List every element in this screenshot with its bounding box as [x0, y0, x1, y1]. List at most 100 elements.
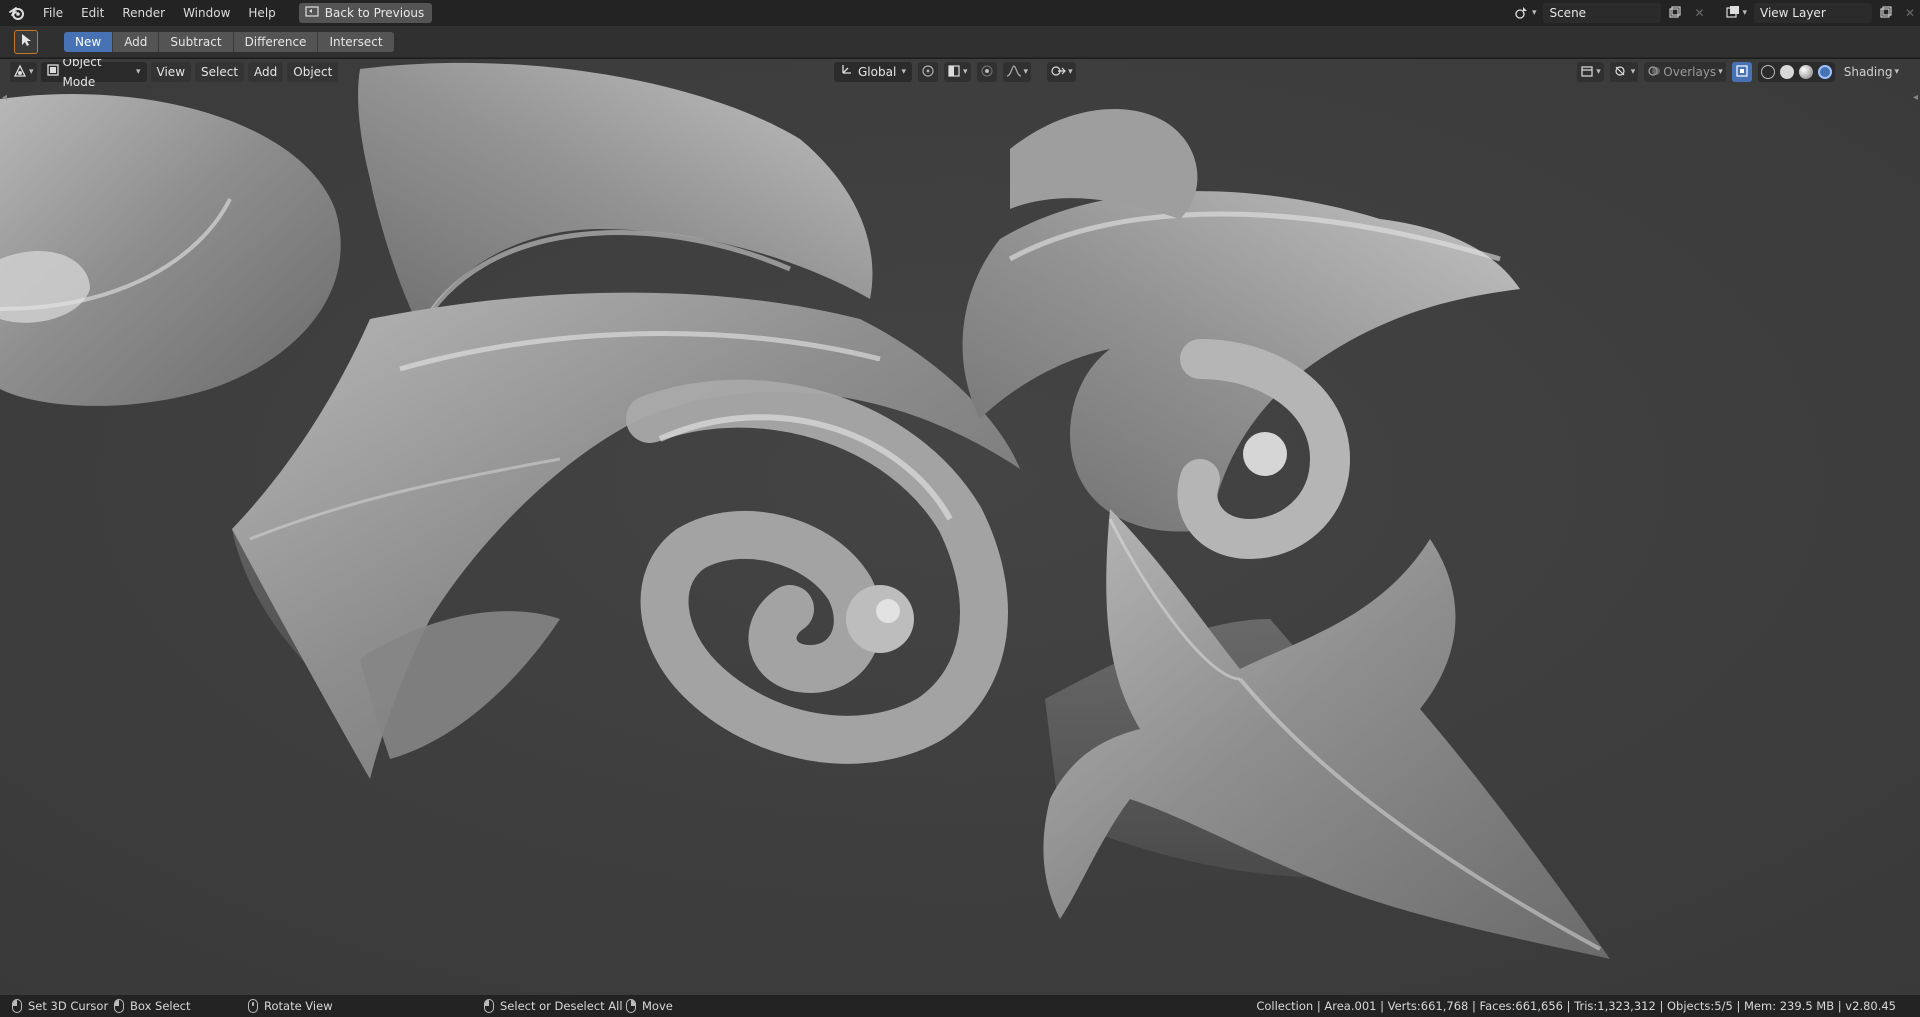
gizmo-selector[interactable]: ▾ — [1047, 62, 1076, 82]
3d-view-icon — [13, 64, 27, 81]
new-view-layer-button[interactable] — [1876, 3, 1896, 23]
gizmo-icon — [1613, 64, 1629, 81]
toolbar-expand-arrow-icon[interactable]: ◂ — [2, 92, 7, 103]
scene-statistics: Collection | Area.001 | Verts:661,768 | … — [1256, 999, 1896, 1013]
menu-window[interactable]: Window — [174, 0, 239, 26]
chevron-down-icon: ▾ — [1742, 8, 1747, 18]
top-menu-bar: File Edit Render Window Help Back to Pre… — [0, 0, 1920, 26]
hint-label: Select or Deselect All — [500, 999, 623, 1013]
menu-select[interactable]: Select — [195, 62, 245, 82]
viewport-header-left: ▾ Object Mode ▾ View Select Add Object — [10, 59, 339, 89]
gizmo-toggle[interactable]: ▾ — [1609, 62, 1639, 82]
transform-gizmo-icon — [1050, 64, 1066, 81]
hint-rotate-view: Rotate View — [248, 995, 333, 1017]
status-bar: Set 3D Cursor Box Select Rotate View Sel… — [0, 995, 1920, 1017]
chevron-down-icon: ▾ — [1718, 67, 1723, 77]
object-mode-dropdown[interactable]: Object Mode ▾ — [40, 59, 147, 89]
delete-view-layer-button[interactable]: ✕ — [1900, 3, 1920, 23]
wireframe-shading-icon[interactable] — [1760, 65, 1775, 79]
new-scene-button[interactable] — [1665, 3, 1685, 23]
chevron-down-icon: ▾ — [1531, 8, 1537, 18]
object-mode-label: Object Mode — [62, 59, 102, 89]
screen-icon — [305, 5, 319, 21]
material-shading-icon[interactable] — [1798, 65, 1813, 79]
chevron-down-icon: ▾ — [1630, 67, 1636, 77]
snap-target-selector[interactable]: ▾ — [944, 62, 971, 82]
scene-name-field[interactable]: Scene — [1543, 3, 1662, 23]
chevron-down-icon: ▾ — [901, 67, 906, 77]
view-layer-selector[interactable]: ▾ — [1723, 3, 1750, 23]
3d-viewport[interactable]: ▾ Object Mode ▾ View Select Add Object G… — [0, 59, 1920, 995]
chevron-down-icon: ▾ — [136, 67, 141, 77]
hint-label: Set 3D Cursor — [28, 999, 109, 1013]
duplicate-icon — [1880, 5, 1892, 21]
hint-label: Move — [642, 999, 673, 1013]
hint-select-or-deselect: Select or Deselect All — [484, 995, 623, 1017]
proportional-editing-toggle[interactable] — [976, 62, 997, 82]
chevron-down-icon: ▾ — [1596, 67, 1601, 77]
menu-object[interactable]: Object — [287, 62, 339, 82]
mode-intersect-button[interactable]: Intersect — [318, 31, 394, 52]
shading-mode-selector — [1757, 62, 1835, 82]
view-layer-icon — [1726, 5, 1740, 22]
mode-new-button[interactable]: New — [64, 31, 114, 52]
mode-difference-button[interactable]: Difference — [233, 31, 319, 52]
editor-type-selector[interactable]: ▾ — [10, 62, 37, 82]
menu-view[interactable]: View — [150, 62, 192, 82]
menu-file[interactable]: File — [34, 0, 72, 26]
boolean-mode-selector: New Add Subtract Difference Intersect — [64, 31, 394, 52]
active-tool-button[interactable] — [14, 29, 38, 54]
tool-settings-header: New Add Subtract Difference Intersect — [0, 26, 1920, 58]
mouse-left-drag-icon — [114, 999, 124, 1013]
falloff-curve-icon — [1006, 64, 1022, 81]
back-to-previous-button[interactable]: Back to Previous — [298, 3, 433, 23]
object-mode-icon — [46, 62, 59, 82]
hint-move: Move — [626, 995, 673, 1017]
transform-orientation-dropdown[interactable]: Global ▾ — [834, 62, 912, 82]
menu-edit[interactable]: Edit — [72, 0, 113, 26]
orientation-label: Global — [858, 65, 897, 79]
sidebar-expand-arrow-icon[interactable]: ◂ — [1913, 92, 1918, 103]
xray-toggle[interactable] — [1731, 62, 1752, 82]
blender-logo-icon[interactable] — [0, 0, 34, 26]
viewport-header-center: Global ▾ ▾ ▾ ▾ — [834, 62, 1076, 82]
solid-shading-icon[interactable] — [1779, 65, 1794, 79]
overlays-icon — [1647, 64, 1661, 81]
rendered-shading-icon[interactable] — [1817, 65, 1832, 79]
pivot-icon — [921, 64, 935, 81]
object-type-visibility-icon — [1580, 64, 1594, 81]
hint-box-select: Box Select — [114, 995, 191, 1017]
chevron-down-icon: ▾ — [963, 67, 968, 77]
hint-label: Rotate View — [264, 999, 333, 1013]
overlays-toggle[interactable]: Overlays ▾ — [1644, 62, 1726, 82]
view-layer-name-field[interactable]: View Layer — [1754, 3, 1872, 23]
mouse-left-icon — [484, 999, 494, 1013]
shading-popover[interactable]: Shading ▾ — [1841, 62, 1902, 82]
pivot-point-selector[interactable] — [918, 62, 938, 82]
close-icon: ✕ — [1694, 6, 1705, 20]
snap-element-icon — [947, 64, 961, 81]
sculpted-ornament-render — [0, 59, 1920, 995]
menu-help[interactable]: Help — [239, 0, 284, 26]
back-to-previous-label: Back to Previous — [324, 6, 425, 20]
cursor-arrow-icon — [20, 33, 32, 50]
menu-render[interactable]: Render — [113, 0, 174, 26]
chevron-down-icon: ▾ — [1023, 67, 1029, 77]
delete-scene-button[interactable]: ✕ — [1689, 3, 1709, 23]
proportional-falloff-selector[interactable]: ▾ — [1002, 62, 1032, 82]
chevron-down-icon: ▾ — [1068, 67, 1073, 77]
proportional-dot-icon — [980, 64, 994, 81]
hint-set-3d-cursor: Set 3D Cursor — [12, 995, 108, 1017]
xray-icon — [1735, 64, 1749, 81]
hint-label: Box Select — [130, 999, 191, 1013]
mode-add-button[interactable]: Add — [113, 31, 160, 52]
mouse-middle-icon — [248, 999, 258, 1013]
menu-add[interactable]: Add — [248, 62, 284, 82]
mode-subtract-button[interactable]: Subtract — [159, 31, 234, 52]
scene-icon — [1514, 5, 1530, 22]
close-icon: ✕ — [1904, 6, 1916, 20]
duplicate-icon — [1669, 5, 1682, 21]
scene-selector[interactable]: ▾ — [1511, 3, 1540, 23]
overlays-label: Overlays — [1663, 65, 1717, 79]
visibility-selector[interactable]: ▾ — [1577, 62, 1604, 82]
